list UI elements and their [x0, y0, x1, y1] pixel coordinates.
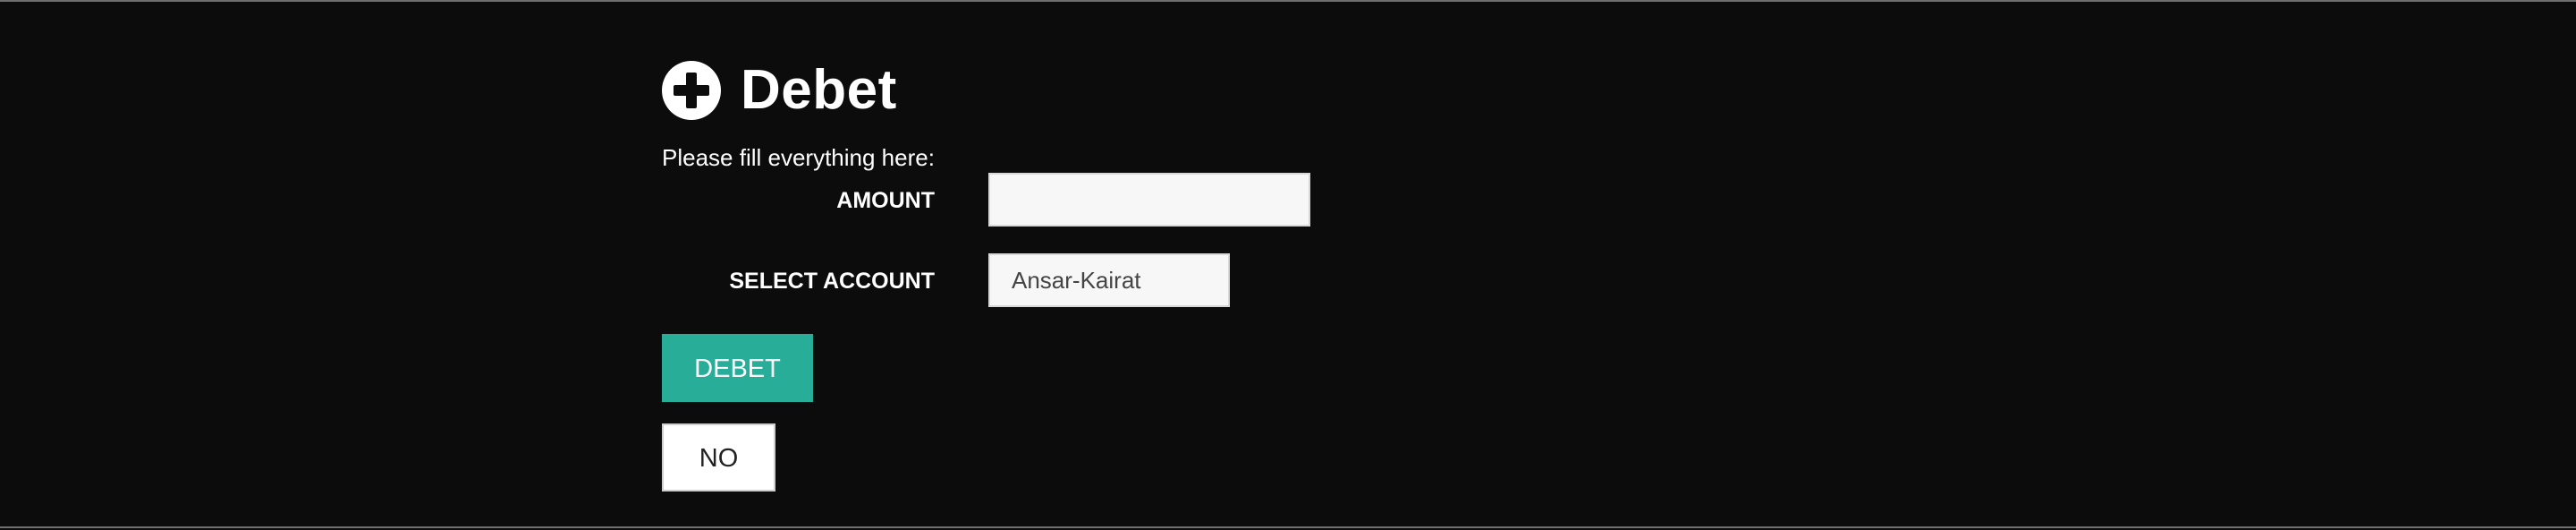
debet-form-container: Debet Please fill everything here: AMOUN…	[662, 2, 1377, 530]
app-frame: Debet Please fill everything here: AMOUN…	[0, 0, 2576, 528]
account-select[interactable]: Ansar-Kairat	[988, 253, 1230, 307]
debet-button[interactable]: DEBET	[662, 334, 813, 402]
form-instructions: Please fill everything here:	[662, 144, 935, 171]
no-button[interactable]: NO	[662, 423, 775, 492]
amount-label: AMOUNT	[836, 188, 935, 213]
page-header: Debet	[662, 59, 897, 122]
page-title: Debet	[741, 59, 897, 121]
select-account-label: SELECT ACCOUNT	[729, 269, 935, 294]
amount-input[interactable]	[988, 173, 1310, 227]
plus-circle-icon	[662, 61, 721, 120]
